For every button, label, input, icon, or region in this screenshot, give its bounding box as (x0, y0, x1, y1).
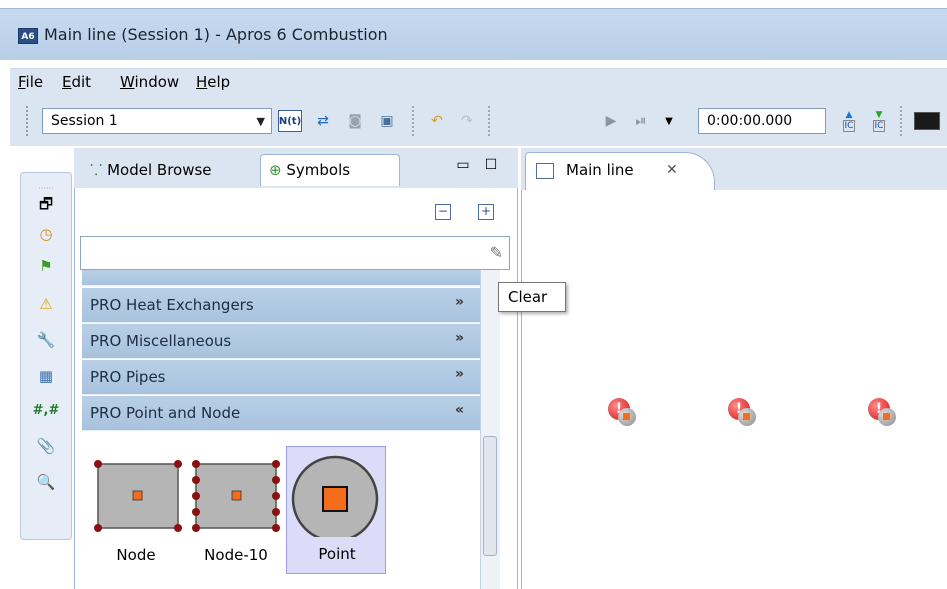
maximize-icon[interactable]: ☐ (478, 152, 504, 178)
tab-model-browser[interactable]: ⸪ Model Browse (82, 154, 220, 186)
symbol-node-10[interactable]: Node-10 (186, 446, 286, 574)
clock-icon[interactable]: ◷ (35, 223, 57, 245)
node-10-icon (192, 460, 280, 532)
expand-chevron-icon: » (454, 366, 464, 382)
save-copy-icon[interactable]: ▣ (374, 108, 400, 134)
clear-tooltip: Clear (498, 282, 566, 312)
symbols-icon: ⊕ (269, 161, 282, 179)
node-icon (94, 460, 182, 532)
console-icon[interactable] (912, 108, 942, 134)
tree-icon: ⸪ (90, 161, 103, 179)
diagram-icon (536, 163, 554, 179)
session-combo[interactable]: Session 1 ▼ (42, 108, 272, 134)
app-icon: A6 (18, 28, 38, 44)
category-miscellaneous[interactable]: PRO Miscellaneous» (82, 324, 480, 359)
minimized-views-trim: ······ 🗗 ◷ ⚑ ⚠ 🔧 ▦ #,# 📎 🔍 (20, 172, 72, 540)
minimize-icon[interactable]: ▭ (450, 152, 476, 178)
menu-bar: File Edit Window Help (10, 68, 947, 96)
step-icon[interactable]: ⏯ (628, 108, 654, 134)
play-icon[interactable]: ▶ (598, 108, 624, 134)
expand-all-icon[interactable]: + (478, 204, 494, 220)
tab-main-line[interactable]: Main line ✕ (525, 152, 715, 190)
symbol-label: Node (116, 546, 156, 564)
undo-icon[interactable]: ↶ (424, 108, 450, 134)
redo-icon[interactable]: ↷ (454, 108, 480, 134)
hash-icon[interactable]: #,# (33, 399, 60, 421)
collapse-all-icon[interactable]: − (435, 204, 451, 220)
ic-save-icon[interactable]: ▲ IC (836, 108, 862, 134)
symbol-filter-input[interactable]: ✎ (80, 236, 510, 270)
warning-icon[interactable]: ⚠ (35, 293, 57, 315)
table-icon[interactable]: ▦ (35, 365, 57, 387)
menu-help[interactable]: Help (196, 73, 230, 91)
session-combo-value: Session 1 (51, 113, 118, 129)
error-node-icon[interactable]: ! (728, 398, 758, 426)
paperclip-icon[interactable]: 📎 (35, 435, 57, 457)
diagram-canvas[interactable]: ! ! ! (521, 190, 947, 589)
ic-load-icon[interactable]: ▼ IC (866, 108, 892, 134)
category-fuel-processing[interactable] (82, 270, 480, 286)
database-icon[interactable]: ◙ (342, 108, 368, 134)
category-heat-exchangers[interactable]: PRO Heat Exchangers» (82, 288, 480, 323)
toolbar-separator (412, 106, 414, 136)
toolbar-separator (900, 106, 902, 136)
chevron-down-icon[interactable]: ▼ (656, 108, 682, 134)
error-node-icon[interactable]: ! (868, 398, 898, 426)
chevron-down-icon: ▼ (256, 115, 265, 128)
toolbar-grip[interactable] (26, 106, 30, 136)
close-icon[interactable]: ✕ (666, 162, 678, 178)
toolbar-separator (488, 106, 490, 136)
symbol-label: Node-10 (204, 546, 268, 564)
transfer-icon[interactable]: ⇄ (310, 108, 336, 134)
symbol-label: Point (318, 545, 356, 563)
magnifier-icon[interactable]: 🔍 (35, 471, 57, 493)
symbol-node[interactable]: Node (86, 446, 186, 574)
window-title: Main line (Session 1) - Apros 6 Combusti… (44, 25, 388, 44)
simulation-time-field[interactable]: 0:00:00.000 (698, 108, 826, 134)
menu-edit[interactable]: Edit (62, 73, 91, 91)
main-toolbar: Session 1 ▼ N(t) ⇄ ◙ ▣ ↶ ↷ ▶ ⏯ ▼ 0:00:00… (10, 96, 947, 146)
tab-symbols[interactable]: ⊕ Symbols (260, 154, 400, 186)
expand-chevron-icon: » (454, 330, 464, 346)
error-node-icon[interactable]: ! (608, 398, 638, 426)
collapse-chevron-icon: « (454, 402, 464, 418)
symbol-point[interactable]: Point (286, 446, 386, 574)
flag-icon[interactable]: ⚑ (35, 255, 57, 277)
category-point-and-node[interactable]: PRO Point and Node « (82, 396, 480, 431)
symbol-palette: Node Node-10 Point (82, 442, 480, 578)
menu-window[interactable]: Window (120, 73, 179, 91)
palette-scrollbar[interactable] (480, 270, 500, 589)
n-button[interactable]: N(t) (278, 110, 302, 132)
expand-chevron-icon: » (454, 294, 464, 310)
restore-icon[interactable]: 🗗 (35, 195, 57, 217)
editor-tab-bar: Main line ✕ (521, 148, 947, 190)
category-pipes[interactable]: PRO Pipes» (82, 360, 480, 395)
point-icon (291, 455, 379, 543)
title-bar: A6 Main line (Session 1) - Apros 6 Combu… (0, 8, 947, 60)
scrollbar-thumb[interactable] (483, 436, 497, 556)
eraser-icon[interactable]: ✎ (490, 243, 503, 262)
view-tab-bar: ⸪ Model Browse ⊕ Symbols ▭ ☐ (74, 148, 518, 188)
menu-file[interactable]: File (18, 73, 43, 91)
wrench-icon[interactable]: 🔧 (35, 329, 57, 351)
